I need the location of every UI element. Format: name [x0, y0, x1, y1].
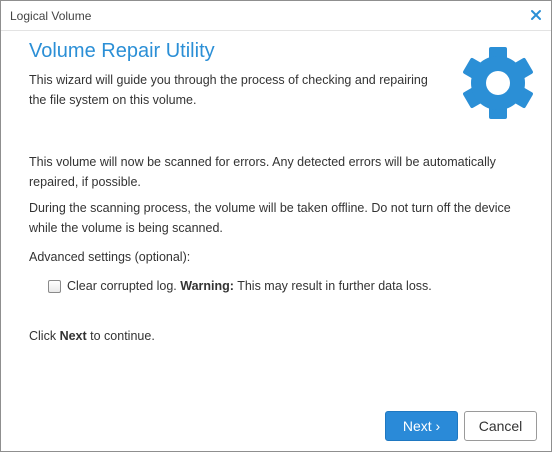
volume-repair-dialog: Logical Volume Volume Repair Utility Thi…: [0, 0, 552, 452]
page-title: Volume Repair Utility: [29, 40, 215, 62]
continue-prefix: Click: [29, 329, 57, 343]
continue-next-bold: Next: [59, 329, 87, 343]
close-icon[interactable]: [529, 8, 543, 22]
warning-label: Warning:: [180, 279, 234, 293]
scan-notice-text: This volume will now be scanned for erro…: [29, 155, 496, 189]
offline-warning-text: During the scanning process, the volume …: [29, 201, 511, 235]
intro-text: This wizard will guide you through the p…: [29, 73, 428, 107]
window-title: Logical Volume: [10, 9, 92, 23]
clear-log-label[interactable]: Clear corrupted log. Warning: This may r…: [67, 279, 432, 293]
warning-text: This may result in further data loss.: [237, 279, 432, 293]
next-button[interactable]: Next ›: [385, 411, 458, 441]
title-bar: Logical Volume: [1, 1, 551, 31]
clear-log-checkbox[interactable]: [48, 279, 61, 293]
continue-suffix: to continue.: [90, 329, 155, 343]
cancel-button[interactable]: Cancel: [464, 411, 537, 441]
gear-icon: [461, 46, 535, 120]
advanced-settings-label: Advanced settings (optional):: [29, 250, 191, 264]
clear-log-option[interactable]: Clear corrupted log. Warning: This may r…: [48, 279, 432, 293]
continue-instruction: Click Next to continue.: [29, 329, 155, 343]
clear-log-label-prefix: Clear corrupted log.: [67, 279, 177, 293]
